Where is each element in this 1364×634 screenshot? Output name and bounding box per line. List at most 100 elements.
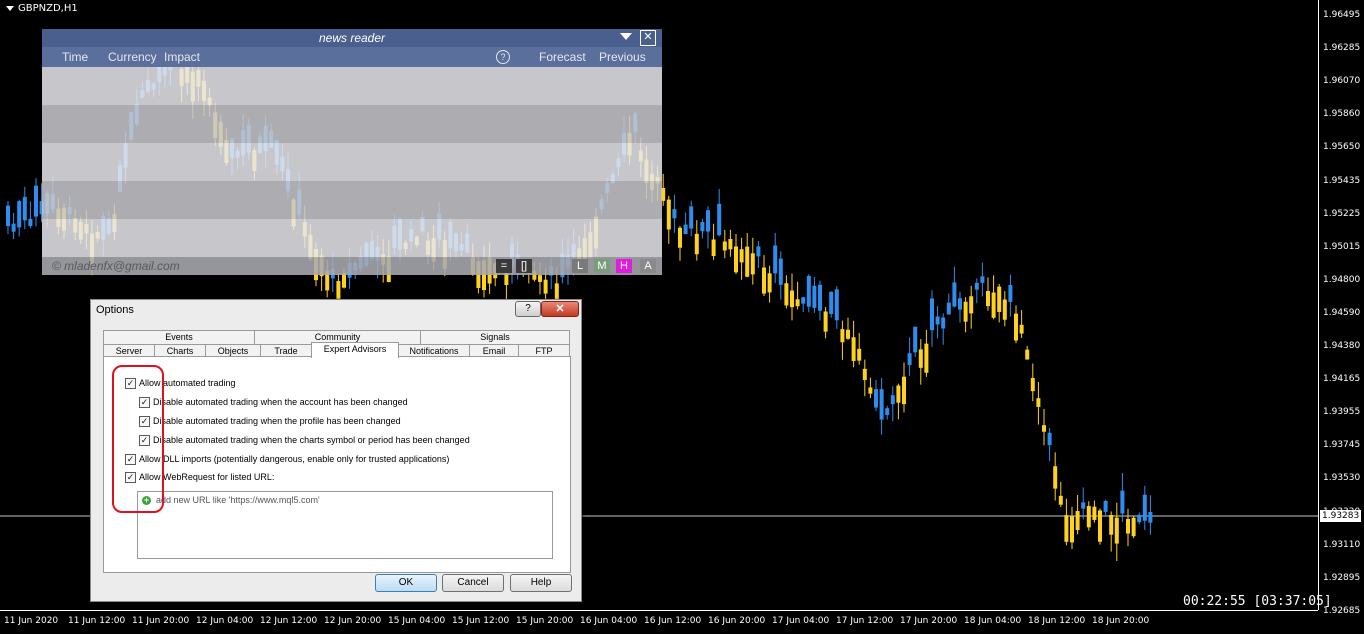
bull-candle bbox=[1120, 490, 1125, 514]
close-icon[interactable]: ✕ bbox=[640, 30, 656, 46]
news-reader-titlebar[interactable]: news reader ✕ bbox=[42, 29, 662, 47]
url-list[interactable]: + add new URL like 'https://www.mql5.com… bbox=[137, 491, 553, 559]
bear-candle bbox=[734, 246, 738, 273]
price-tick-label: 1.95015 bbox=[1323, 241, 1361, 252]
filter-button-1[interactable]: = bbox=[496, 259, 512, 273]
bull-candle bbox=[885, 408, 890, 415]
time-tick-label: 16 Jun 12:00 bbox=[644, 616, 702, 626]
price-tick-label: 1.93745 bbox=[1323, 440, 1361, 451]
tab-events[interactable]: Events bbox=[103, 330, 255, 344]
chart-symbol-title: GBPNZD,H1 bbox=[6, 3, 78, 14]
tab-expert-advisors[interactable]: Expert Advisors bbox=[311, 342, 399, 358]
time-tick-label: 18 Jun 20:00 bbox=[1092, 616, 1150, 626]
bull-candle bbox=[756, 246, 761, 257]
red-highlight-annotation bbox=[112, 365, 164, 513]
bear-candle bbox=[1098, 510, 1102, 542]
bull-candle bbox=[11, 223, 16, 232]
bear-candle bbox=[678, 227, 682, 248]
time-tick-label: 12 Jun 04:00 bbox=[196, 616, 254, 626]
bear-candle bbox=[1131, 517, 1136, 537]
bear-candle bbox=[918, 349, 923, 368]
bull-candle bbox=[700, 222, 705, 232]
bull-candle bbox=[717, 203, 722, 236]
bull-candle bbox=[958, 298, 962, 310]
bull-candle bbox=[1008, 285, 1013, 302]
bear-candle bbox=[868, 387, 873, 394]
bear-candle bbox=[1075, 511, 1080, 531]
minimize-icon[interactable] bbox=[620, 33, 632, 40]
impact-all-button[interactable]: A bbox=[640, 259, 656, 273]
price-tick-label: 1.94380 bbox=[1323, 341, 1361, 351]
column-previous[interactable]: Previous bbox=[599, 50, 646, 64]
column-forecast[interactable]: Forecast bbox=[539, 50, 586, 64]
filter-button-2[interactable]: [] bbox=[516, 259, 532, 273]
bull-candle bbox=[930, 298, 934, 331]
tab-signals[interactable]: Signals bbox=[420, 330, 570, 344]
bull-candle bbox=[34, 185, 38, 217]
ok-button[interactable]: OK bbox=[375, 574, 437, 592]
bull-candle bbox=[6, 205, 10, 227]
bear-candle bbox=[1086, 506, 1091, 528]
time-tick-label: 15 Jun 20:00 bbox=[516, 616, 574, 626]
dropdown-triangle-icon[interactable] bbox=[6, 6, 14, 11]
bull-candle bbox=[874, 389, 878, 408]
info-icon[interactable]: ? bbox=[496, 50, 510, 64]
price-tick-label: 1.95225 bbox=[1323, 208, 1361, 219]
label-allow-dll-imports: Allow DLL imports (potentially dangerous… bbox=[139, 454, 450, 464]
help-button[interactable]: Help bbox=[510, 574, 572, 592]
url-hint[interactable]: add new URL like 'https://www.mql5.com' bbox=[156, 495, 320, 505]
bear-candle bbox=[745, 246, 750, 277]
bear-candle bbox=[997, 286, 1002, 312]
column-impact[interactable]: Impact bbox=[164, 50, 200, 64]
bull-candle bbox=[812, 285, 817, 308]
bull-candle bbox=[935, 316, 940, 325]
bear-candle bbox=[694, 233, 699, 255]
bull-candle bbox=[1103, 500, 1108, 512]
time-tick-label: 15 Jun 04:00 bbox=[388, 616, 446, 626]
bear-candle bbox=[722, 241, 727, 251]
price-tick-label: 1.93955 bbox=[1323, 407, 1361, 418]
column-time[interactable]: Time bbox=[62, 50, 88, 64]
bear-candle bbox=[762, 267, 766, 294]
bear-candle bbox=[543, 279, 548, 294]
bull-candle bbox=[806, 275, 811, 307]
bull-candle bbox=[672, 209, 677, 219]
impact-low-button[interactable]: L bbox=[572, 259, 588, 273]
time-tick-label: 11 Jun 12:00 bbox=[68, 616, 126, 626]
bull-candle bbox=[801, 297, 806, 304]
price-tick-label: 1.95435 bbox=[1323, 175, 1361, 186]
bear-candle bbox=[1025, 349, 1030, 360]
impact-medium-button[interactable]: M bbox=[594, 259, 610, 273]
bull-candle bbox=[974, 282, 979, 290]
candle-timer: 00:22:55 [03:37:05] bbox=[1183, 594, 1332, 609]
time-tick-label: 16 Jun 04:00 bbox=[580, 616, 638, 626]
bear-candle bbox=[750, 253, 755, 275]
bull-candle bbox=[952, 282, 957, 307]
bear-candle bbox=[846, 329, 850, 339]
bear-candle bbox=[666, 199, 671, 230]
bull-candle bbox=[818, 284, 822, 311]
help-icon[interactable]: ? bbox=[515, 301, 541, 317]
column-currency[interactable]: Currency bbox=[108, 50, 157, 64]
cancel-button[interactable]: Cancel bbox=[442, 574, 504, 592]
price-tick-label: 1.95650 bbox=[1323, 142, 1361, 153]
bear-candle bbox=[1058, 495, 1063, 505]
news-row bbox=[42, 143, 662, 181]
bear-candle bbox=[784, 283, 789, 306]
close-button[interactable]: ✕ bbox=[541, 301, 579, 317]
price-tick-label: 1.94165 bbox=[1323, 374, 1361, 385]
label-disable-on-symbol-change: Disable automated trading when the chart… bbox=[153, 435, 470, 445]
bear-candle bbox=[1036, 398, 1041, 407]
symbol-label: GBPNZD,H1 bbox=[18, 3, 78, 14]
label-disable-on-profile-change: Disable automated trading when the profi… bbox=[153, 416, 401, 426]
author-email: © mladenfx@gmail.com bbox=[52, 259, 180, 273]
impact-high-button[interactable]: H bbox=[616, 259, 632, 273]
current-price-label: 1.93283 bbox=[1320, 510, 1362, 522]
bear-candle bbox=[902, 376, 906, 405]
time-tick-label: 18 Jun 04:00 bbox=[964, 616, 1022, 626]
news-row bbox=[42, 181, 662, 219]
news-reader-title: news reader bbox=[318, 31, 386, 45]
bear-candle bbox=[1019, 324, 1024, 334]
bear-candle bbox=[896, 385, 901, 403]
price-tick-label: 1.94590 bbox=[1323, 307, 1361, 318]
